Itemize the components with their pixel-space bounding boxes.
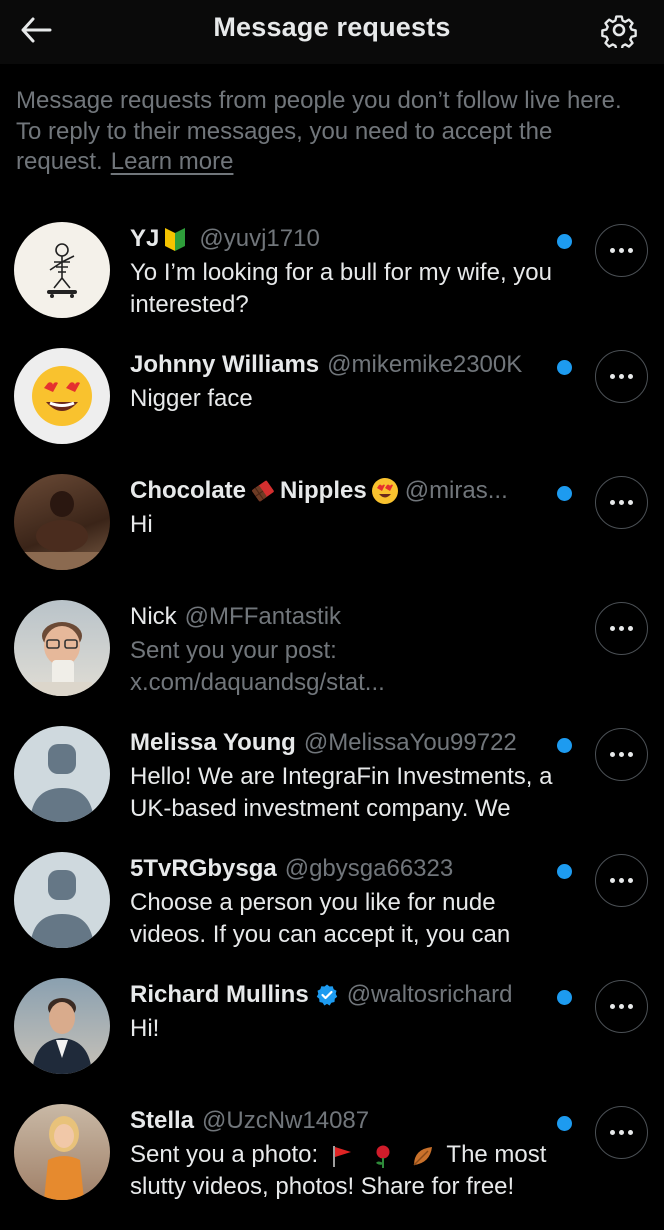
sender-name: Johnny Williams: [130, 351, 320, 378]
avatar: [14, 474, 110, 570]
sender-name: 5TvRGbysga: [130, 855, 277, 882]
message-preview: Sent you your post: x.com/daquandsg/stat…: [130, 637, 385, 696]
more-options-button[interactable]: [595, 980, 648, 1033]
message-preview: Sent you a photo: The most slutty videos…: [130, 1139, 575, 1203]
message-prefix: Sent you a photo:: [130, 1141, 319, 1168]
sender-handle: @MelissaYou99722: [303, 729, 517, 756]
list-item[interactable]: Stella @UzcNw14087 Sent you a photo: The…: [0, 1104, 664, 1230]
unread-dot: [557, 1116, 572, 1131]
more-horizontal-icon: [610, 1130, 633, 1135]
message-preview: Hi!: [130, 1015, 160, 1042]
sender-name-part1: Chocolate: [130, 477, 247, 504]
more-horizontal-icon: [610, 374, 633, 379]
avatar: [14, 1104, 110, 1200]
more-options-button[interactable]: [595, 602, 648, 655]
more-horizontal-icon: [610, 1004, 633, 1009]
unread-dot: [557, 990, 572, 1005]
list-item[interactable]: Nick @MFFantastik Sent you your post: x.…: [0, 600, 664, 726]
message-preview: Yo I’m looking for a bull for my wife, y…: [130, 259, 552, 318]
unread-dot: [557, 360, 572, 375]
list-item[interactable]: YJ @yuvj1710 Yo I’m looking for a bull f…: [0, 222, 664, 348]
heart-eyes-emoji-icon: [371, 478, 398, 504]
learn-more-link[interactable]: Learn more: [111, 148, 234, 175]
sender-handle: @waltosrichard: [346, 981, 513, 1008]
more-options-button[interactable]: [595, 350, 648, 403]
unread-dot: [557, 738, 572, 753]
avatar: [14, 852, 110, 948]
more-options-button[interactable]: [595, 476, 648, 529]
more-options-button[interactable]: [595, 728, 648, 781]
avatar: [14, 726, 110, 822]
unread-dot: [557, 486, 572, 501]
list-item[interactable]: 5TvRGbysga @gbysga66323 Choose a person …: [0, 852, 664, 978]
header-bar: Message requests: [0, 0, 664, 64]
sender-handle: @MFFantastik: [184, 603, 342, 630]
avatar: [14, 348, 110, 444]
more-horizontal-icon: [610, 878, 633, 883]
sender-name: Melissa Young: [130, 729, 296, 756]
sender-handle: @gbysga66323: [284, 855, 454, 882]
default-avatar-icon: [30, 870, 94, 948]
sender-handle: @mikemike2300K: [327, 351, 523, 378]
beginner-badge-icon: [165, 228, 186, 251]
more-horizontal-icon: [610, 752, 633, 757]
avatar: [14, 978, 110, 1074]
unread-dot: [557, 864, 572, 879]
sender-handle: @yuvj1710: [199, 225, 320, 252]
more-horizontal-icon: [610, 626, 633, 631]
sender-name: Stella: [130, 1107, 195, 1134]
fallen-leaf-icon: [413, 1146, 433, 1166]
sender-name: Richard Mullins: [130, 981, 309, 1008]
more-options-button[interactable]: [595, 1106, 648, 1159]
default-avatar-icon: [30, 744, 94, 822]
list-item[interactable]: Melissa Young @MelissaYou99722 Hello! We…: [0, 726, 664, 852]
message-preview: Nigger face: [130, 385, 253, 412]
avatar: [14, 600, 110, 696]
sender-handle: @miras...: [404, 477, 508, 504]
list-item[interactable]: Richard Mullins @waltosrichard Hi!: [0, 978, 664, 1104]
sender-name-part2: Nipples: [280, 477, 367, 504]
message-preview: Hi: [130, 511, 153, 538]
list-item[interactable]: Chocolate Nipples @miras... Hi: [0, 474, 664, 600]
message-preview: Choose a person you like for nude videos…: [130, 889, 511, 948]
rose-icon: [375, 1145, 389, 1168]
more-horizontal-icon: [610, 248, 633, 253]
red-flag-icon: [332, 1145, 351, 1167]
chocolate-bar-icon: [252, 480, 274, 502]
unread-dot: [557, 234, 572, 249]
more-options-button[interactable]: [595, 854, 648, 907]
gear-icon: [601, 15, 637, 48]
more-options-button[interactable]: [595, 224, 648, 277]
page-title: Message requests: [213, 12, 451, 42]
message-preview: Hello! We are IntegraFin Investments, a …: [130, 763, 553, 822]
info-text: Message requests from people you don’t f…: [16, 86, 652, 178]
sender-name: Nick: [130, 603, 177, 630]
settings-button[interactable]: [598, 9, 640, 51]
list-item[interactable]: Johnny Williams @mikemike2300K Nigger fa…: [0, 348, 664, 474]
verified-badge-icon: [316, 984, 337, 1006]
sender-handle: @UzcNw14087: [202, 1107, 370, 1134]
avatar: [14, 222, 110, 318]
sender-name: YJ: [130, 225, 160, 252]
info-description: Message requests from people you don’t f…: [16, 87, 622, 175]
more-horizontal-icon: [610, 500, 633, 505]
